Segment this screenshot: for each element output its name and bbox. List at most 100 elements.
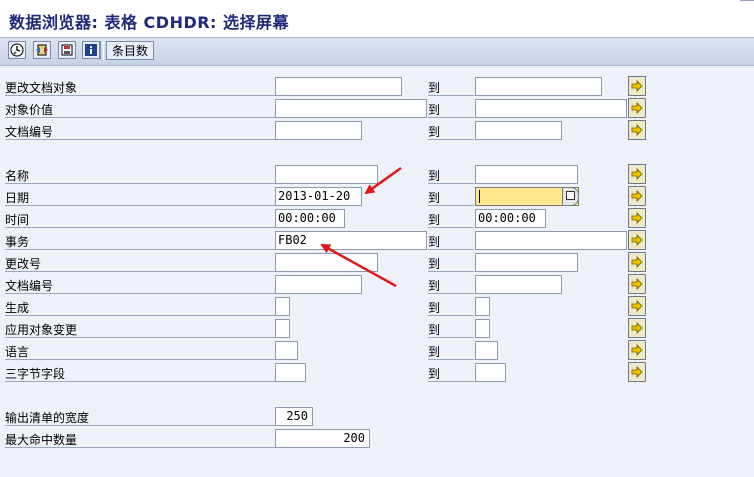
arrow-right-icon <box>631 344 643 356</box>
to-input[interactable] <box>475 121 562 140</box>
execute-icon[interactable] <box>8 41 26 59</box>
arrow-right-icon <box>631 234 643 246</box>
multiple-selection-button[interactable] <box>628 318 646 338</box>
selection-row-language: 语言 到 <box>0 339 754 361</box>
selection-row-document-number-2: 文档编号 到 <box>0 273 754 295</box>
to-label: 到 <box>428 233 474 250</box>
output-width-label: 输出清单的宽度 <box>5 409 275 426</box>
field-label: 事务 <box>5 233 275 250</box>
selection-row-change-doc-object: 更改文档对象 到 <box>0 75 754 97</box>
to-input[interactable] <box>475 77 602 96</box>
from-input[interactable] <box>275 121 362 140</box>
to-label: 到 <box>428 101 474 118</box>
to-input[interactable] <box>475 363 506 382</box>
to-input-focused[interactable] <box>475 187 579 206</box>
to-label: 到 <box>428 365 474 382</box>
selection-row-object-value: 对象价值 到 <box>0 97 754 119</box>
multiple-selection-button[interactable] <box>628 76 646 96</box>
to-label: 到 <box>428 343 474 360</box>
multiple-selection-button[interactable] <box>628 252 646 272</box>
to-input[interactable] <box>475 231 627 250</box>
save-variant-icon[interactable] <box>58 41 76 59</box>
to-label: 到 <box>428 277 474 294</box>
from-input[interactable] <box>275 297 290 316</box>
title-corner-decoration <box>740 0 754 4</box>
selection-row-date: 日期 2013-01-20 到 <box>0 185 754 207</box>
multiple-selection-button[interactable] <box>628 164 646 184</box>
from-input[interactable] <box>275 319 290 338</box>
toolbar-separator <box>100 41 104 60</box>
to-label: 到 <box>428 167 474 184</box>
from-input[interactable] <box>275 77 402 96</box>
multiple-selection-button[interactable] <box>628 120 646 140</box>
field-label: 名称 <box>5 167 275 184</box>
arrow-right-icon <box>631 322 643 334</box>
output-width-input[interactable]: 250 <box>275 407 313 426</box>
field-label: 日期 <box>5 189 275 206</box>
multiple-selection-button[interactable] <box>628 362 646 382</box>
to-input[interactable] <box>475 341 498 360</box>
multiple-selection-button[interactable] <box>628 274 646 294</box>
selection-row-three-byte-field: 三字节字段 到 <box>0 361 754 383</box>
from-input[interactable] <box>275 165 378 184</box>
selection-row-document-number: 文档编号 到 <box>0 119 754 141</box>
multiple-selection-button[interactable] <box>628 340 646 360</box>
get-variant-icon[interactable] <box>33 41 51 59</box>
info-icon[interactable] <box>82 41 100 59</box>
to-input[interactable] <box>475 165 578 184</box>
to-label: 到 <box>428 189 474 206</box>
from-input[interactable]: 2013-01-20 <box>275 187 362 206</box>
field-label: 应用对象变更 <box>5 321 275 338</box>
to-input[interactable] <box>475 297 490 316</box>
from-input[interactable] <box>275 363 306 382</box>
arrow-right-icon <box>631 256 643 268</box>
arrow-right-icon <box>631 124 643 136</box>
field-label: 更改文档对象 <box>5 79 275 96</box>
selection-row-change-number: 更改号 到 <box>0 251 754 273</box>
number-of-entries-button[interactable]: 条目数 <box>106 41 155 60</box>
max-hits-input[interactable]: 200 <box>275 429 370 448</box>
text-cursor <box>479 190 480 203</box>
arrow-right-icon <box>631 102 643 114</box>
arrow-right-icon <box>631 190 643 202</box>
max-hits-label: 最大命中数量 <box>5 431 275 448</box>
arrow-right-icon <box>631 80 643 92</box>
max-hits-row: 最大命中数量 200 <box>0 427 754 449</box>
from-input[interactable] <box>275 341 298 360</box>
to-input[interactable]: 00:00:00 <box>475 209 546 228</box>
to-input[interactable] <box>475 275 562 294</box>
selection-row-app-object-change: 应用对象变更 到 <box>0 317 754 339</box>
selection-row-transaction: 事务 FB02 到 <box>0 229 754 251</box>
field-label: 更改号 <box>5 255 275 272</box>
field-label: 对象价值 <box>5 101 275 118</box>
multiple-selection-button[interactable] <box>628 208 646 228</box>
selection-row-time: 时间 00:00:00 到 00:00:00 <box>0 207 754 229</box>
to-input[interactable] <box>475 319 490 338</box>
to-label: 到 <box>428 321 474 338</box>
field-label: 生成 <box>5 299 275 316</box>
from-input[interactable] <box>275 275 362 294</box>
application-toolbar: 条目数 <box>0 37 754 66</box>
to-label: 到 <box>428 255 474 272</box>
from-input[interactable] <box>275 253 378 272</box>
from-input[interactable] <box>275 99 427 118</box>
to-input[interactable] <box>475 99 627 118</box>
arrow-right-icon <box>631 168 643 180</box>
multiple-selection-button[interactable] <box>628 186 646 206</box>
arrow-right-icon <box>631 278 643 290</box>
multiple-selection-button[interactable] <box>628 98 646 118</box>
to-label: 到 <box>428 299 474 316</box>
screen-title: 数据浏览器: 表格 CDHDR: 选择屏幕 <box>9 13 290 32</box>
field-label: 时间 <box>5 211 275 228</box>
multiple-selection-button[interactable] <box>628 296 646 316</box>
from-input[interactable]: 00:00:00 <box>275 209 345 228</box>
to-label: 到 <box>428 79 474 96</box>
to-input[interactable] <box>475 253 578 272</box>
value-help-button[interactable] <box>562 188 578 205</box>
multiple-selection-button[interactable] <box>628 230 646 250</box>
from-input[interactable]: FB02 <box>275 231 427 250</box>
to-label: 到 <box>428 123 474 140</box>
value-help-icon <box>566 191 575 200</box>
output-width-row: 输出清单的宽度 250 <box>0 405 754 427</box>
field-label: 文档编号 <box>5 277 275 294</box>
